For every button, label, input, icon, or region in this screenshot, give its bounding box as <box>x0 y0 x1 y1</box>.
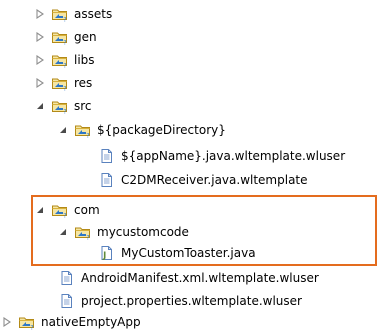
java-file-icon: J <box>98 245 116 261</box>
tree-item-label: project.properties.wltemplate.wluser <box>81 294 302 308</box>
svg-text:?: ? <box>63 211 66 218</box>
expand-arrow-icon[interactable] <box>35 55 45 65</box>
source-folder-icon: ? <box>51 75 69 91</box>
svg-text:?: ? <box>63 38 66 45</box>
tree-item-label: mycustomcode <box>97 225 189 239</box>
tree-item-label: MyCustomToaster.java <box>121 246 256 260</box>
file-icon <box>98 172 116 188</box>
tree-item-project-properties-file[interactable]: project.properties.wltemplate.wluser <box>58 291 302 311</box>
project-tree: ? assets ? gen ? libs ? res ? src ? ${pa… <box>0 0 381 332</box>
svg-text:?: ? <box>63 61 66 68</box>
tree-item-label: assets <box>74 7 113 21</box>
expand-arrow-icon[interactable] <box>2 317 12 327</box>
collapse-arrow-icon[interactable] <box>58 125 68 135</box>
source-folder-icon: ? <box>51 6 69 22</box>
svg-text:?: ? <box>63 107 66 114</box>
tree-item-appname-template-file[interactable]: ${appName}.java.wltemplate.wluser <box>98 146 345 166</box>
tree-item-my-custom-toaster-java[interactable]: J MyCustomToaster.java <box>98 243 256 263</box>
expand-arrow-icon[interactable] <box>35 32 45 42</box>
source-folder-icon: ? <box>51 98 69 114</box>
file-icon <box>58 293 76 309</box>
tree-item-mycustomcode[interactable]: ? mycustomcode <box>58 222 189 242</box>
tree-item-label: AndroidManifest.xml.wltemplate.wluser <box>81 271 319 285</box>
tree-item-src[interactable]: ? src <box>35 96 92 116</box>
tree-item-assets[interactable]: ? assets <box>35 4 112 24</box>
tree-item-c2dm-receiver-file[interactable]: C2DMReceiver.java.wltemplate <box>98 170 308 190</box>
tree-item-label: res <box>74 76 93 90</box>
svg-text:?: ? <box>63 84 66 91</box>
tree-item-label: gen <box>74 30 97 44</box>
file-icon <box>98 148 116 164</box>
source-folder-icon: ? <box>18 314 36 330</box>
source-folder-icon: ? <box>74 224 92 240</box>
source-folder-icon: ? <box>51 202 69 218</box>
expand-arrow-icon[interactable] <box>35 78 45 88</box>
tree-item-label: C2DMReceiver.java.wltemplate <box>121 173 308 187</box>
source-folder-icon: ? <box>51 29 69 45</box>
tree-item-native-empty-app[interactable]: ? nativeEmptyApp <box>2 312 141 332</box>
tree-item-package-directory[interactable]: ? ${packageDirectory} <box>58 120 226 140</box>
tree-item-label: com <box>74 203 100 217</box>
svg-text:?: ? <box>86 131 89 138</box>
tree-item-label: libs <box>74 53 95 67</box>
tree-item-libs[interactable]: ? libs <box>35 50 95 70</box>
svg-text:?: ? <box>63 15 66 22</box>
expand-arrow-icon[interactable] <box>35 9 45 19</box>
source-folder-icon: ? <box>74 122 92 138</box>
tree-item-com[interactable]: ? com <box>35 200 100 220</box>
collapse-arrow-icon[interactable] <box>58 227 68 237</box>
tree-item-android-manifest-file[interactable]: AndroidManifest.xml.wltemplate.wluser <box>58 268 319 288</box>
tree-item-label: nativeEmptyApp <box>41 315 141 329</box>
tree-item-res[interactable]: ? res <box>35 73 92 93</box>
file-icon <box>58 270 76 286</box>
source-folder-icon: ? <box>51 52 69 68</box>
svg-text:?: ? <box>30 323 33 330</box>
tree-item-gen[interactable]: ? gen <box>35 27 97 47</box>
tree-item-label: ${packageDirectory} <box>97 123 226 137</box>
svg-text:?: ? <box>86 233 89 240</box>
tree-item-label: ${appName}.java.wltemplate.wluser <box>121 149 346 163</box>
collapse-arrow-icon[interactable] <box>35 205 45 215</box>
collapse-arrow-icon[interactable] <box>35 101 45 111</box>
tree-item-label: src <box>74 99 92 113</box>
svg-text:J: J <box>102 251 106 261</box>
